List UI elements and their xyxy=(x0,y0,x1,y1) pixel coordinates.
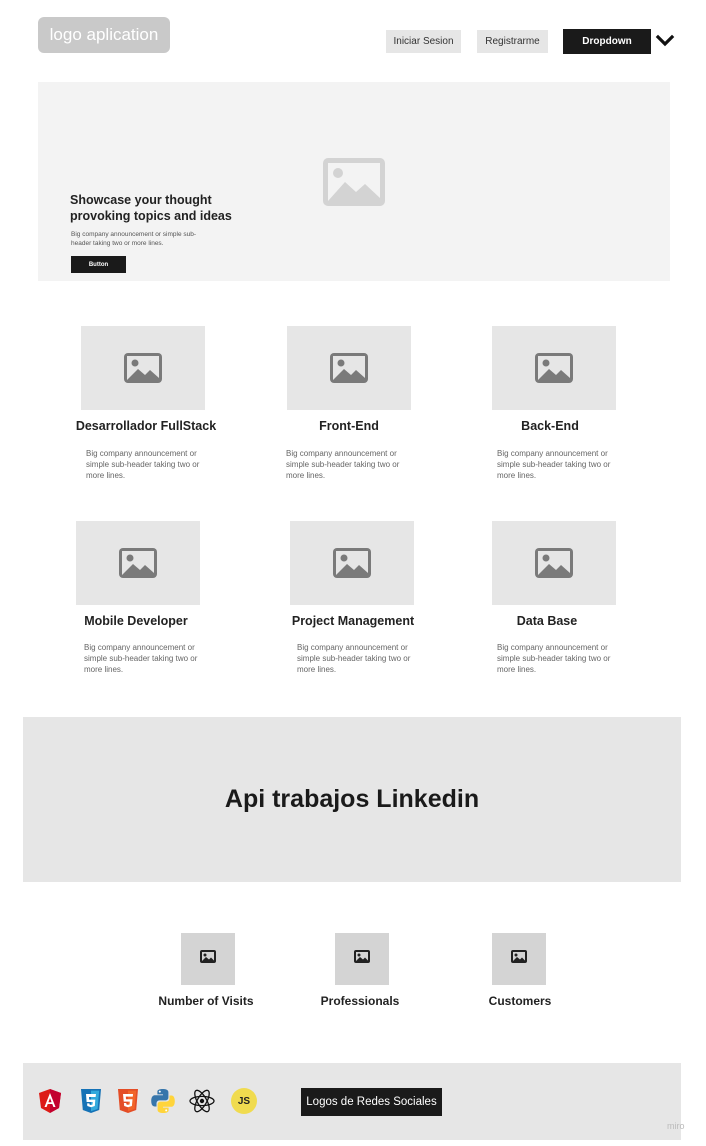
js-badge-text: JS xyxy=(237,1095,251,1107)
card-title-mobile: Mobile Developer xyxy=(84,614,188,628)
card-image-backend xyxy=(492,326,616,410)
card-image-project-management xyxy=(290,521,414,605)
image-placeholder-icon xyxy=(119,548,157,578)
react-icon xyxy=(188,1088,215,1114)
stat-label-visits: Number of Visits xyxy=(158,994,254,1008)
card-image-fullstack xyxy=(81,326,205,410)
hero-title: Showcase your thought provoking topics a… xyxy=(70,193,232,223)
stat-image-visits xyxy=(181,933,235,985)
card-title-project-management: Project Management xyxy=(291,614,415,628)
image-placeholder-icon xyxy=(354,950,370,968)
image-placeholder-icon xyxy=(511,950,527,968)
dropdown-button[interactable]: Dropdown xyxy=(563,29,651,54)
card-desc-database: Big company announcement or simple sub-h… xyxy=(497,643,611,674)
social-logos-button[interactable]: Logos de Redes Sociales xyxy=(301,1088,442,1116)
card-image-mobile xyxy=(76,521,200,605)
angular-icon xyxy=(38,1088,64,1114)
card-desc-mobile: Big company announcement or simple sub-h… xyxy=(84,643,198,674)
card-desc-project-management: Big company announcement or simple sub-h… xyxy=(297,643,411,674)
python-icon xyxy=(150,1088,176,1114)
card-title-backend: Back-End xyxy=(521,419,579,433)
hero-subtitle: Big company announcement or simple sub-h… xyxy=(71,231,197,247)
api-banner-title: Api trabajos Linkedin xyxy=(224,785,480,813)
card-image-frontend xyxy=(287,326,411,410)
login-button[interactable]: Iniciar Sesion xyxy=(386,30,461,53)
stat-label-customers: Customers xyxy=(488,994,552,1008)
image-placeholder-icon xyxy=(330,353,368,383)
card-title-frontend: Front-End xyxy=(319,419,379,433)
card-title-fullstack: Desarrollador FullStack xyxy=(75,419,217,433)
stat-image-professionals xyxy=(335,933,389,985)
css3-icon xyxy=(79,1088,105,1114)
image-placeholder-icon xyxy=(200,950,216,968)
miro-watermark: miro xyxy=(667,1121,685,1131)
image-placeholder-icon xyxy=(535,353,573,383)
javascript-icon: JS xyxy=(231,1088,257,1114)
api-banner: Api trabajos Linkedin xyxy=(23,717,681,882)
image-placeholder-icon xyxy=(333,548,371,578)
html5-icon xyxy=(116,1088,142,1114)
image-placeholder-icon xyxy=(535,548,573,578)
hero-button[interactable]: Button xyxy=(71,256,126,273)
card-desc-backend: Big company announcement or simple sub-h… xyxy=(497,449,611,480)
card-desc-fullstack: Big company announcement or simple sub-h… xyxy=(86,449,200,480)
card-image-database xyxy=(492,521,616,605)
card-title-database: Data Base xyxy=(516,614,578,628)
stat-image-customers xyxy=(492,933,546,985)
card-desc-frontend: Big company announcement or simple sub-h… xyxy=(286,449,400,480)
app-logo[interactable]: logo aplication xyxy=(38,17,170,53)
register-button[interactable]: Registrarme xyxy=(477,30,548,53)
stat-label-professionals: Professionals xyxy=(320,994,400,1008)
hero-image-icon xyxy=(323,158,385,206)
chevron-down-icon[interactable] xyxy=(655,32,675,50)
image-placeholder-icon xyxy=(124,353,162,383)
